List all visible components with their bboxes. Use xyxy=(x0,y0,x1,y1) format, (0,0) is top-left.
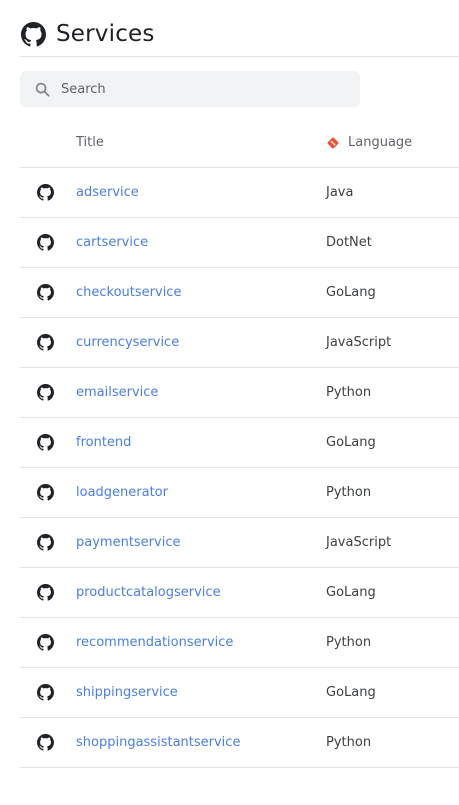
service-link[interactable]: productcatalogservice xyxy=(76,585,221,600)
github-icon xyxy=(37,534,54,551)
github-icon xyxy=(37,684,54,701)
services-table: Title Language adservice Java cartservice D… xyxy=(20,118,459,768)
github-icon xyxy=(21,22,46,47)
language-column-header[interactable]: Language xyxy=(326,135,459,150)
service-link[interactable]: currencyservice xyxy=(76,335,179,350)
table-row: productcatalogservice GoLang xyxy=(20,568,459,618)
title-cell: loadgenerator xyxy=(76,485,326,500)
page-title: Services xyxy=(56,21,155,47)
row-icon-cell xyxy=(20,234,76,251)
github-icon xyxy=(37,284,54,301)
github-icon xyxy=(37,184,54,201)
github-icon xyxy=(37,434,54,451)
title-cell: shippingservice xyxy=(76,685,326,700)
title-cell: currencyservice xyxy=(76,335,326,350)
service-link[interactable]: shoppingassistantservice xyxy=(76,735,240,750)
table-row: currencyservice JavaScript xyxy=(20,318,459,368)
language-cell: GoLang xyxy=(326,285,376,300)
title-cell: productcatalogservice xyxy=(76,585,326,600)
table-row: recommendationservice Python xyxy=(20,618,459,668)
service-link[interactable]: cartservice xyxy=(76,235,148,250)
git-icon xyxy=(326,136,340,150)
table-row: paymentservice JavaScript xyxy=(20,518,459,568)
services-page: Services Title xyxy=(0,0,459,805)
table-row: emailservice Python xyxy=(20,368,459,418)
table-body: adservice Java cartservice DotNet checkoutse… xyxy=(20,168,459,768)
table-row: cartservice DotNet xyxy=(20,218,459,268)
language-column-label: Language xyxy=(348,135,413,150)
table-row: adservice Java xyxy=(20,168,459,218)
language-cell: Python xyxy=(326,735,372,750)
table-row: shippingservice GoLang xyxy=(20,668,459,718)
language-cell: Python xyxy=(326,635,372,650)
language-cell: Java xyxy=(326,185,354,200)
language-cell: Python xyxy=(326,485,372,500)
github-icon xyxy=(37,234,54,251)
row-icon-cell xyxy=(20,384,76,401)
service-link[interactable]: emailservice xyxy=(76,385,158,400)
title-cell: cartservice xyxy=(76,235,326,250)
github-icon xyxy=(37,584,54,601)
service-link[interactable]: checkoutservice xyxy=(76,285,181,300)
title-cell: adservice xyxy=(76,185,326,200)
search-icon xyxy=(35,82,50,97)
row-icon-cell xyxy=(20,284,76,301)
github-icon xyxy=(37,484,54,501)
github-icon xyxy=(37,634,54,651)
table-row: shoppingassistantservice Python xyxy=(20,718,459,768)
table-row: loadgenerator Python xyxy=(20,468,459,518)
row-icon-cell xyxy=(20,684,76,701)
row-icon-cell xyxy=(20,334,76,351)
row-icon-cell xyxy=(20,734,76,751)
github-icon xyxy=(37,384,54,401)
title-column-header[interactable]: Title xyxy=(76,135,326,150)
service-link[interactable]: adservice xyxy=(76,185,139,200)
language-cell: Python xyxy=(326,385,372,400)
language-cell: GoLang xyxy=(326,685,376,700)
service-link[interactable]: loadgenerator xyxy=(76,485,168,500)
row-icon-cell xyxy=(20,634,76,651)
service-link[interactable]: shippingservice xyxy=(76,685,178,700)
row-icon-cell xyxy=(20,584,76,601)
service-link[interactable]: paymentservice xyxy=(76,535,180,550)
github-icon xyxy=(37,734,54,751)
language-cell: GoLang xyxy=(326,435,376,450)
title-cell: frontend xyxy=(76,435,326,450)
row-icon-cell xyxy=(20,434,76,451)
table-row: frontend GoLang xyxy=(20,418,459,468)
page-header: Services xyxy=(20,14,459,57)
language-cell: GoLang xyxy=(326,585,376,600)
title-cell: paymentservice xyxy=(76,535,326,550)
row-icon-cell xyxy=(20,184,76,201)
row-icon-cell xyxy=(20,534,76,551)
language-cell: JavaScript xyxy=(326,335,392,350)
language-cell: JavaScript xyxy=(326,535,392,550)
search-input[interactable] xyxy=(61,81,331,97)
title-cell: emailservice xyxy=(76,385,326,400)
title-cell: recommendationservice xyxy=(76,635,326,650)
row-icon-cell xyxy=(20,484,76,501)
service-link[interactable]: frontend xyxy=(76,435,131,450)
title-cell: shoppingassistantservice xyxy=(76,735,326,750)
language-cell: DotNet xyxy=(326,235,372,250)
title-cell: checkoutservice xyxy=(76,285,326,300)
table-header: Title Language xyxy=(20,118,459,168)
github-icon xyxy=(37,334,54,351)
search-box[interactable] xyxy=(20,71,360,107)
table-row: checkoutservice GoLang xyxy=(20,268,459,318)
service-link[interactable]: recommendationservice xyxy=(76,635,233,650)
